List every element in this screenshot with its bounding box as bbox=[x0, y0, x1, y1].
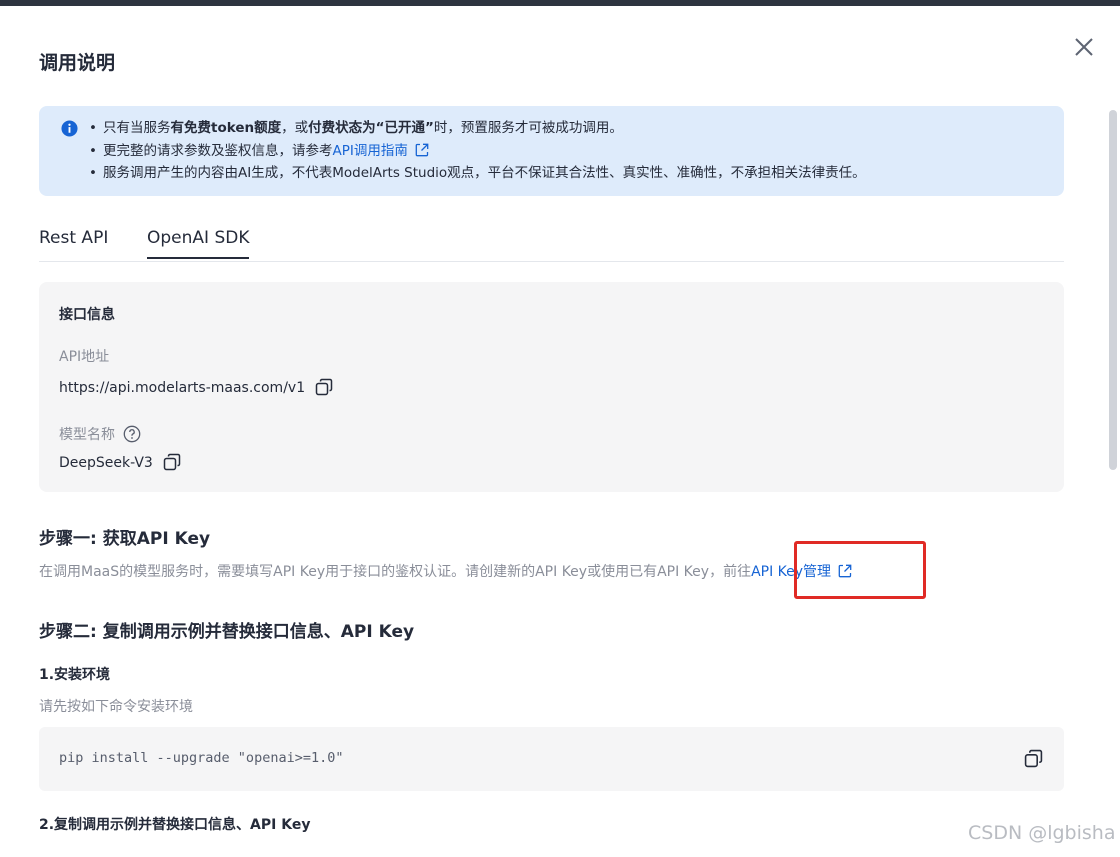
help-icon[interactable] bbox=[123, 425, 141, 443]
step1-description: 在调用MaaS的模型服务时，需要填写API Key用于接口的鉴权认证。请创建新的… bbox=[39, 561, 853, 581]
watermark: CSDN @lgbisha bbox=[968, 822, 1116, 844]
tab-rest-api[interactable]: Rest API bbox=[39, 228, 108, 257]
step2-title: 步骤二: 复制调用示例并替换接口信息、API Key bbox=[39, 622, 415, 642]
notice-item: • 更完整的请求参数及鉴权信息，请参考API调用指南 bbox=[89, 140, 866, 163]
model-name-label-row: 模型名称 bbox=[59, 424, 141, 444]
top-bar bbox=[0, 0, 1120, 6]
install-env-desc: 请先按如下命令安装环境 bbox=[39, 699, 193, 715]
model-name-value: DeepSeek-V3 bbox=[59, 455, 153, 471]
notice-item: • 只有当服务有免费token额度，或付费状态为“已开通”时，预置服务才可被成功调… bbox=[89, 120, 623, 136]
copy-example-title: 2.复制调用示例并替换接口信息、API Key bbox=[39, 817, 311, 833]
step1-title: 步骤一: 获取API Key bbox=[39, 529, 211, 549]
api-url-value: https://api.modelarts-maas.com/v1 bbox=[59, 380, 306, 396]
copy-icon[interactable] bbox=[315, 378, 333, 396]
api-guide-link[interactable]: API调用指南 bbox=[333, 143, 408, 159]
notice-item: • 服务调用产生的内容由AI生成，不代表ModelArts Studio观点，平台… bbox=[89, 165, 866, 181]
info-icon bbox=[61, 120, 78, 137]
api-url-row: https://api.modelarts-maas.com/v1 bbox=[59, 378, 333, 396]
scrollbar-thumb[interactable] bbox=[1109, 110, 1117, 470]
close-button[interactable] bbox=[1070, 33, 1098, 61]
external-link-icon[interactable] bbox=[414, 142, 430, 158]
notice-banner: • 只有当服务有免费token额度，或付费状态为“已开通”时，预置服务才可被成功调… bbox=[39, 106, 1064, 196]
model-name-row: DeepSeek-V3 bbox=[59, 453, 181, 471]
copy-icon[interactable] bbox=[163, 453, 181, 471]
install-code-block: pip install --upgrade "openai>=1.0" bbox=[39, 727, 1064, 791]
interface-info-card: 接口信息 API地址 https://api.modelarts-maas.co… bbox=[39, 282, 1064, 492]
install-command[interactable]: pip install --upgrade "openai>=1.0" bbox=[59, 750, 343, 766]
model-name-label: 模型名称 bbox=[59, 427, 115, 443]
tab-openai-sdk[interactable]: OpenAI SDK bbox=[147, 228, 250, 259]
install-env-title: 1.安装环境 bbox=[39, 667, 111, 683]
interface-info-title: 接口信息 bbox=[59, 307, 115, 323]
notice-list: • 只有当服务有免费token额度，或付费状态为“已开通”时，预置服务才可被成功调… bbox=[89, 117, 866, 185]
copy-icon[interactable] bbox=[1024, 749, 1043, 768]
close-icon bbox=[1075, 38, 1093, 56]
highlight-annotation-box bbox=[794, 541, 926, 599]
tab-bar: Rest API OpenAI SDK bbox=[39, 222, 1064, 262]
api-url-label: API地址 bbox=[59, 349, 110, 365]
dialog-title: 调用说明 bbox=[39, 52, 116, 74]
